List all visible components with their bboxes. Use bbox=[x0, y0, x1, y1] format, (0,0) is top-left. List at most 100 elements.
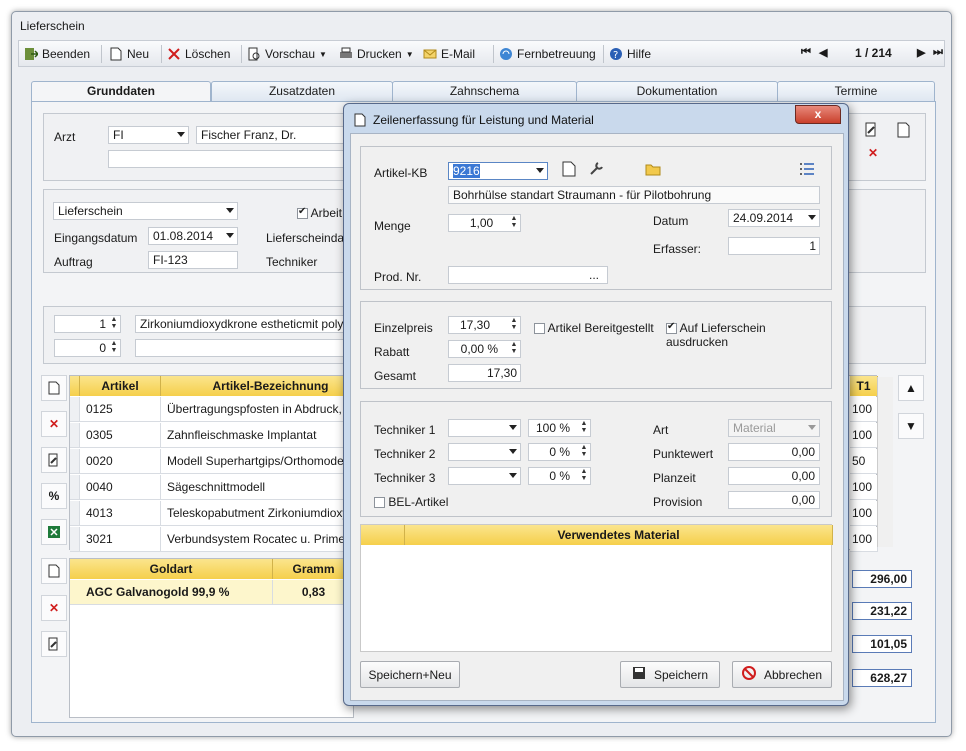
artikel-description: Bohrhülse standart Straumann - für Pilot… bbox=[448, 186, 820, 204]
new-article-icon[interactable] bbox=[562, 161, 576, 180]
art-select[interactable]: Material bbox=[728, 419, 820, 437]
clear-icon[interactable]: ✕ bbox=[868, 146, 878, 160]
techniker2-pct[interactable]: 0 % ▲ ▼ bbox=[528, 443, 591, 461]
datum-field[interactable]: 24.09.2014 bbox=[728, 209, 820, 227]
chevron-down-icon: ▼ bbox=[405, 49, 414, 59]
table-row-artikel[interactable]: 0020 bbox=[80, 449, 161, 474]
auf-lieferschein-checkbox[interactable]: Auf Lieferschein ausdrucken bbox=[666, 321, 831, 349]
material-header[interactable]: Verwendetes Material bbox=[405, 525, 833, 545]
new-doc-icon[interactable] bbox=[896, 122, 912, 141]
loeschen-button[interactable]: Löschen bbox=[167, 46, 230, 62]
prod-nr-field[interactable]: ... bbox=[448, 266, 608, 284]
speichern-button[interactable]: Speichern bbox=[620, 661, 720, 688]
art-label: Art bbox=[653, 423, 669, 437]
wrench-icon[interactable] bbox=[588, 161, 604, 180]
row-selector[interactable] bbox=[70, 527, 80, 552]
artikel-kb-select[interactable]: 9216 bbox=[448, 162, 548, 180]
artikel-scrollbar[interactable] bbox=[877, 377, 893, 547]
techniker1-pct[interactable]: 100 % ▲ ▼ bbox=[528, 419, 591, 437]
header-goldart[interactable]: Goldart bbox=[70, 559, 273, 579]
edit-doc-icon[interactable] bbox=[864, 122, 880, 141]
fernbetreuung-button[interactable]: Fernbetreuung bbox=[499, 46, 596, 62]
first-record-button[interactable]: ⏮ bbox=[801, 46, 811, 59]
table-row-t1[interactable]: 50 bbox=[850, 449, 878, 474]
add-row-button[interactable] bbox=[41, 375, 67, 401]
table-row-artikel[interactable]: 3021 bbox=[80, 527, 161, 552]
auftrag-field[interactable]: FI-123 bbox=[148, 251, 238, 269]
row-selector[interactable] bbox=[70, 449, 80, 474]
neu-button[interactable]: Neu bbox=[109, 46, 149, 62]
folder-icon[interactable] bbox=[645, 162, 661, 179]
table-row-t1[interactable]: 100 bbox=[850, 475, 878, 500]
provision-field[interactable]: 0,00 bbox=[728, 491, 820, 509]
row-selector[interactable] bbox=[70, 501, 80, 526]
gesamt-label: Gesamt bbox=[374, 369, 417, 383]
arzt-name-field[interactable]: Fischer Franz, Dr. bbox=[196, 126, 346, 144]
list-icon[interactable] bbox=[799, 162, 815, 179]
delete-gold-button[interactable]: ✕ bbox=[41, 595, 67, 621]
table-row-artikel[interactable]: 0305 bbox=[80, 423, 161, 448]
arzt-code-select[interactable]: FI bbox=[108, 126, 189, 144]
edit-row-button[interactable] bbox=[41, 447, 67, 473]
provision-label: Provision bbox=[653, 495, 703, 509]
email-button[interactable]: E-Mail bbox=[423, 46, 475, 62]
abbrechen-button[interactable]: Abbrechen bbox=[732, 661, 832, 688]
edit-gold-button[interactable] bbox=[41, 631, 67, 657]
table-row-t1[interactable]: 100 bbox=[850, 423, 878, 448]
header-t1[interactable]: T1 bbox=[850, 376, 878, 396]
techniker2-select[interactable] bbox=[448, 443, 521, 461]
position1-qty[interactable]: 1 ▲ ▼ bbox=[54, 315, 121, 333]
row-selector[interactable] bbox=[70, 397, 80, 422]
last-record-button[interactable]: ⏭ bbox=[933, 46, 943, 59]
move-down-button[interactable]: ▼ bbox=[898, 413, 924, 439]
tab-zusatzdaten[interactable]: Zusatzdaten bbox=[211, 81, 393, 101]
row-selector[interactable] bbox=[70, 475, 80, 500]
row-selector[interactable] bbox=[70, 423, 80, 448]
bereitgestellt-checkbox[interactable]: Artikel Bereitgestellt bbox=[534, 321, 654, 335]
vorschau-button[interactable]: Vorschau ▼ bbox=[247, 46, 327, 62]
punktewert-field[interactable]: 0,00 bbox=[728, 443, 820, 461]
techniker3-select[interactable] bbox=[448, 467, 521, 485]
eingangsdatum-field[interactable]: 01.08.2014 bbox=[148, 227, 238, 245]
tab-dokumentation[interactable]: Dokumentation bbox=[576, 81, 778, 101]
position2-qty[interactable]: 0 ▲ ▼ bbox=[54, 339, 121, 357]
previous-record-button[interactable]: ◀ bbox=[819, 46, 827, 59]
table-row-artikel[interactable]: 4013 bbox=[80, 501, 161, 526]
table-row-artikel[interactable]: 0125 bbox=[80, 397, 161, 422]
menge-field[interactable]: 1,00 ▲ ▼ bbox=[448, 214, 521, 232]
position1-text[interactable]: Zirkoniumdioxydkrone estheticmit poly bbox=[135, 315, 355, 333]
einzelpreis-field[interactable]: 17,30 ▲ ▼ bbox=[448, 316, 521, 334]
tab-termine[interactable]: Termine bbox=[777, 81, 935, 101]
tab-zahnschema[interactable]: Zahnschema bbox=[392, 81, 577, 101]
excel-button[interactable] bbox=[41, 519, 67, 545]
table-row-artikel[interactable]: 0040 bbox=[80, 475, 161, 500]
header-artikel[interactable]: Artikel bbox=[80, 376, 161, 396]
tab-grunddaten[interactable]: Grunddaten bbox=[31, 81, 211, 102]
move-up-button[interactable]: ▲ bbox=[898, 375, 924, 401]
table-row-t1[interactable]: 100 bbox=[850, 397, 878, 422]
table-row-t1[interactable]: 100 bbox=[850, 527, 878, 552]
percent-button[interactable]: % bbox=[41, 483, 67, 509]
planzeit-field[interactable]: 0,00 bbox=[728, 467, 820, 485]
dialog-close-button[interactable]: x bbox=[795, 105, 841, 124]
document-type-select[interactable]: Lieferschein bbox=[53, 202, 238, 220]
auftrag-label: Auftrag bbox=[54, 255, 93, 269]
techniker3-pct[interactable]: 0 % ▲ ▼ bbox=[528, 467, 591, 485]
techniker1-select[interactable] bbox=[448, 419, 521, 437]
gold-row-goldart[interactable]: AGC Galvanogold 99,9 % bbox=[70, 580, 273, 605]
next-record-button[interactable]: ▶ bbox=[917, 46, 925, 59]
add-gold-button[interactable] bbox=[41, 558, 67, 584]
beenden-button[interactable]: Beenden bbox=[24, 46, 90, 62]
table-row-t1[interactable]: 100 bbox=[850, 501, 878, 526]
drucken-button[interactable]: Drucken ▼ bbox=[339, 46, 414, 62]
gold-grid: Goldart Gramm AGC Galvanogold 99,9 % 0,8… bbox=[69, 558, 355, 718]
hilfe-button[interactable]: ? Hilfe bbox=[609, 46, 651, 62]
bel-artikel-checkbox[interactable]: BEL-Artikel bbox=[374, 495, 448, 509]
erfasser-field[interactable]: 1 bbox=[728, 237, 820, 255]
arbeit-checkbox[interactable]: Arbeit bbox=[297, 206, 342, 220]
rabatt-field[interactable]: 0,00 % ▲ ▼ bbox=[448, 340, 521, 358]
arzt-extra-field[interactable] bbox=[108, 150, 346, 168]
speichern-neu-button[interactable]: Speichern+Neu bbox=[360, 661, 460, 688]
position2-text[interactable] bbox=[135, 339, 355, 357]
delete-row-button[interactable]: ✕ bbox=[41, 411, 67, 437]
